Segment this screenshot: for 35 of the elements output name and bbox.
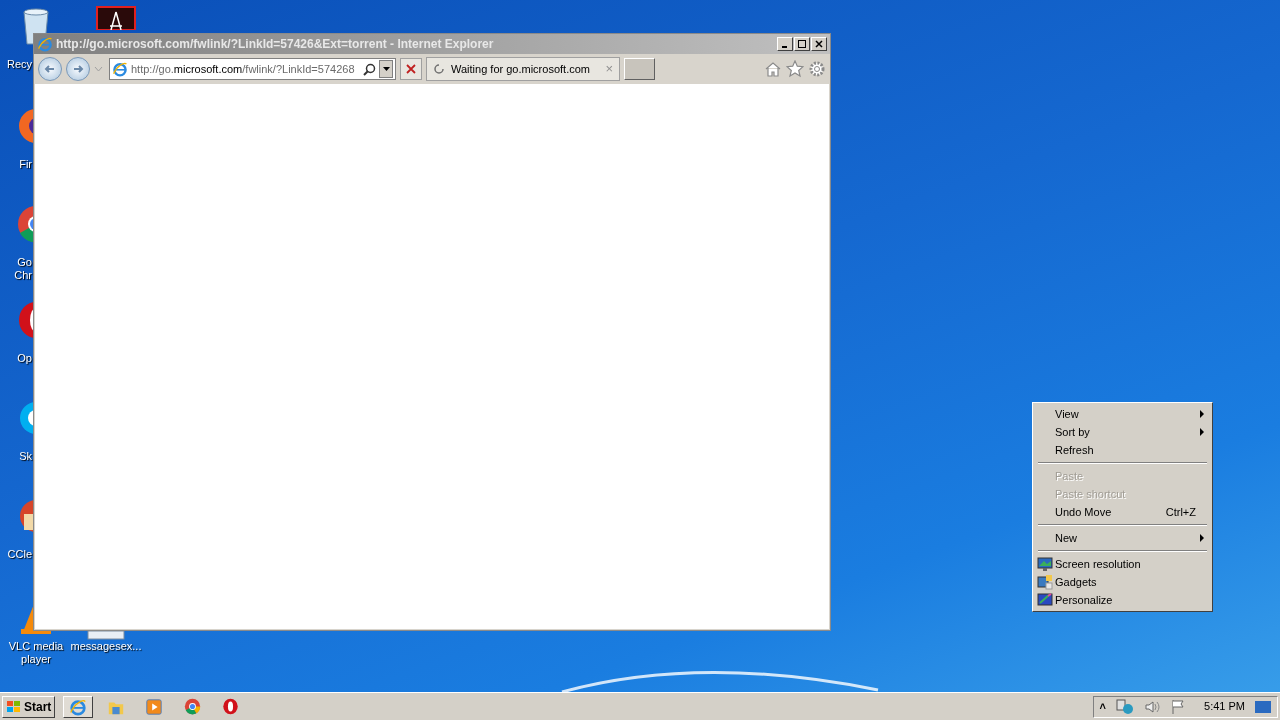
tab-label: Waiting for go.microsoft.com: [451, 61, 591, 77]
address-text: http://go.microsoft.com/fwlink/?LinkId=574268: [131, 61, 356, 77]
menu-item-label: Gadgets: [1055, 574, 1098, 590]
desktop-icon-label: CCle: [7, 548, 32, 561]
window-title: http://go.microsoft.com/fwlink/?LinkId=57426&Ext=torrent - Internet Explorer: [56, 36, 495, 53]
menu-item-label: Undo Move: [1055, 504, 1113, 520]
desktop-icon-label: player: [21, 653, 51, 666]
menu-item-label: Sort by: [1055, 424, 1091, 440]
menu-item[interactable]: View: [1035, 405, 1210, 423]
desktop-icon-label: VLC media: [8, 640, 64, 653]
menu-item[interactable]: Undo Move Ctrl+Z: [1035, 503, 1210, 521]
menu-item-label: Refresh: [1055, 442, 1095, 458]
menu-item[interactable]: Screen resolution: [1035, 555, 1210, 573]
menu-item[interactable]: Sort by: [1035, 423, 1210, 441]
menu-item[interactable]: New: [1035, 529, 1210, 547]
start-button[interactable]: Start: [2, 695, 56, 718]
menu-item-label: Screen resolution: [1055, 556, 1142, 572]
menu-item-label: Personalize: [1055, 592, 1114, 608]
desktop-icon-label: Go: [17, 256, 32, 269]
menu-item[interactable]: Gadgets: [1035, 573, 1210, 591]
menu-item-label: New: [1055, 530, 1078, 546]
desktop-icon-label: Op: [17, 352, 32, 365]
shortcut-label: Ctrl+Z: [1165, 504, 1196, 520]
desktop-icon-label: messagesex...: [70, 640, 142, 653]
menu-item[interactable]: Refresh: [1035, 441, 1210, 459]
desktop-icon-label: Fir: [19, 158, 32, 171]
clock[interactable]: 5:41 PM: [1204, 698, 1245, 715]
desktop-icon-label: Chr: [14, 269, 32, 282]
desktop-icon-label: Recy: [6, 58, 32, 71]
desktop-icon-label: Sk: [19, 450, 32, 463]
browser-tab[interactable]: Waiting for go.microsoft.com ×: [426, 57, 620, 81]
menu-item[interactable]: Personalize: [1035, 591, 1210, 609]
address-field[interactable]: http://go.microsoft.com/fwlink/?LinkId=574268: [109, 58, 396, 80]
show-hidden-icons[interactable]: ˄: [1099, 698, 1107, 715]
menu-item-label: View: [1055, 406, 1080, 422]
